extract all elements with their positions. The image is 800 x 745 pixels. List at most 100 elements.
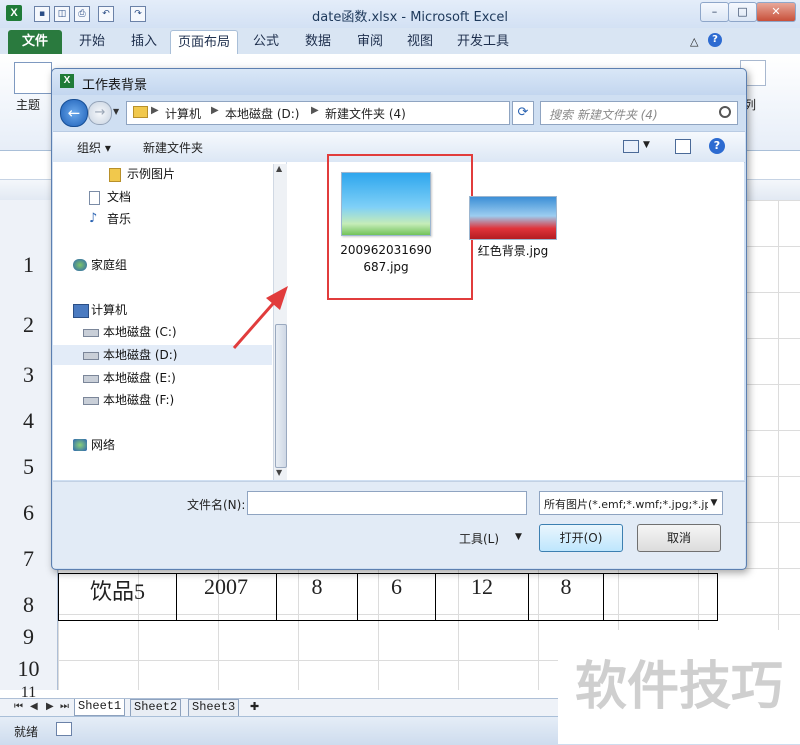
file-thumbnail-1[interactable] [341,172,431,236]
refresh-icon[interactable]: ⟳ [512,101,534,125]
cell-value[interactable]: 12 [436,574,529,620]
nav-item-network[interactable]: 网络 [53,435,272,455]
open-button[interactable]: 打开(O) [539,524,623,552]
row-header[interactable]: 2 [0,312,57,338]
help-icon[interactable]: ? [708,33,722,47]
file-name-1[interactable]: 200962031690 687.jpg [339,242,433,276]
row-header[interactable]: 7 [0,546,57,572]
redo-icon[interactable]: ↷ [130,6,146,22]
sheet-tab-2[interactable]: Sheet2 [130,699,182,717]
tab-page-layout[interactable]: 页面布局 [170,30,238,55]
cell-product[interactable]: 饮品5 [58,574,177,620]
sheet-tab-1[interactable]: Sheet1 [74,699,126,716]
chevron-right-icon[interactable]: ▶ [211,105,219,116]
tab-insert[interactable]: 插入 [124,30,164,54]
chevron-right-icon[interactable]: ▶ [311,105,319,116]
theme-label[interactable]: 主题 [16,96,40,113]
ribbon-minimize-icon[interactable]: △ [690,35,698,48]
last-sheet-icon[interactable]: ⏭ [60,701,69,712]
tab-home[interactable]: 开始 [72,30,112,54]
prev-sheet-icon[interactable]: ◀ [30,701,38,712]
back-button[interactable]: ← [60,99,88,127]
tab-view[interactable]: 视图 [400,30,440,54]
homegroup-icon [73,259,87,271]
maximize-button[interactable]: □ [728,2,757,22]
tab-data[interactable]: 数据 [298,30,338,54]
row-header[interactable]: 9 [0,624,57,650]
excel-app-icon[interactable]: X [6,5,22,21]
tab-developer[interactable]: 开发工具 [452,30,514,54]
nav-item-label: 家庭组 [91,258,128,272]
row-header[interactable]: 10 [0,656,57,682]
tab-review[interactable]: 审阅 [350,30,390,54]
row-header[interactable]: 8 [0,592,57,618]
nav-item-homegroup[interactable]: 家庭组 [53,255,272,275]
nav-item-label: 示例图片 [127,167,176,181]
row-header[interactable]: 4 [0,408,57,434]
print-preview-icon[interactable]: ◫ [54,6,70,22]
forward-button[interactable]: → [88,101,112,125]
chevron-down-icon[interactable]: ▼ [643,140,650,150]
window-title: date函数.xlsx - Microsoft Excel [312,10,508,25]
new-folder-button[interactable]: 新建文件夹 [143,139,203,156]
nav-item-sample-pictures[interactable]: 示例图片 [53,164,272,184]
insert-sheet-icon[interactable]: ✚ [250,700,259,713]
print-icon[interactable]: ⎙ [74,6,90,22]
nav-item-label: 音乐 [107,212,132,226]
dialog-title-bar: X 工作表背景 [52,69,746,95]
breadcrumb-computer[interactable]: 计算机 [165,105,201,122]
chevron-down-icon[interactable]: ▼ [515,532,522,542]
sheet-tab-3[interactable]: Sheet3 [188,699,240,717]
breadcrumb-drive-d[interactable]: 本地磁盘 (D:) [225,105,299,122]
close-button[interactable]: ✕ [756,2,796,22]
tab-formulas[interactable]: 公式 [246,30,286,54]
filename-input[interactable]: ▼ [247,491,715,515]
table-row: 饮品5 2007 8 6 12 8 [58,573,718,621]
nav-item-documents[interactable]: 文档 [53,187,272,207]
folder-icon [109,168,121,182]
cell-value[interactable]: 8 [529,574,604,620]
cell-empty[interactable] [604,574,718,620]
row-header[interactable]: 6 [0,500,57,526]
undo-icon[interactable]: ↶ [98,6,114,22]
save-icon[interactable]: ▪ [34,6,50,22]
organize-button[interactable]: 组织 ▾ [77,139,111,156]
cell-value[interactable]: 6 [358,574,436,620]
nav-item-drive-f[interactable]: 本地磁盘 (F:) [53,390,272,410]
address-bar[interactable]: ▶ 计算机 ▶ 本地磁盘 (D:) ▶ 新建文件夹 (4) ▼ [126,101,578,125]
help-icon[interactable]: ? [709,138,725,154]
macro-record-icon[interactable] [56,722,72,736]
row-header[interactable]: 3 [0,362,57,388]
row-header[interactable]: 5 [0,454,57,480]
tab-file[interactable]: 文件 [8,30,62,54]
search-placeholder: 搜索 新建文件夹 (4) [549,108,658,122]
dialog-title: 工作表背景 [82,78,148,93]
search-input[interactable]: 搜索 新建文件夹 (4) [540,101,738,125]
scroll-down-icon[interactable]: ▼ [276,468,282,477]
chevron-right-icon[interactable]: ▶ [151,105,159,116]
filetype-select[interactable]: 所有图片(*.emf;*.wmf;*.jpg;*.jp ▼ [539,491,723,515]
nav-item-music[interactable]: ♪ 音乐 [53,209,272,229]
minimize-button[interactable]: – [700,2,729,22]
chevron-down-icon[interactable]: ▼ [708,498,720,508]
cell-value[interactable]: 8 [277,574,358,620]
nav-item-drive-e[interactable]: 本地磁盘 (E:) [53,368,272,388]
breadcrumb-new-folder[interactable]: 新建文件夹 (4) [325,105,406,122]
row-header[interactable]: 1 [0,252,57,278]
file-thumbnail-2[interactable] [469,196,557,240]
cell-year[interactable]: 2007 [176,574,277,620]
cancel-button[interactable]: 取消 [637,524,721,552]
history-dropdown-icon[interactable]: ▼ [113,107,119,116]
first-sheet-icon[interactable]: ⏮ [14,701,23,712]
file-name-2[interactable]: 红色背景.jpg [465,242,561,259]
preview-pane-icon[interactable] [675,139,691,154]
theme-icon[interactable] [14,62,52,94]
search-icon[interactable] [719,106,731,118]
drive-icon [83,352,99,360]
scroll-up-icon[interactable]: ▲ [276,164,282,173]
next-sheet-icon[interactable]: ▶ [46,701,54,712]
change-view-icon[interactable] [623,140,639,153]
row-headers: 1 2 3 4 5 6 7 8 9 10 11 [0,200,58,701]
tools-button[interactable]: 工具(L) [459,530,499,547]
nav-item-label: 网络 [91,438,116,452]
